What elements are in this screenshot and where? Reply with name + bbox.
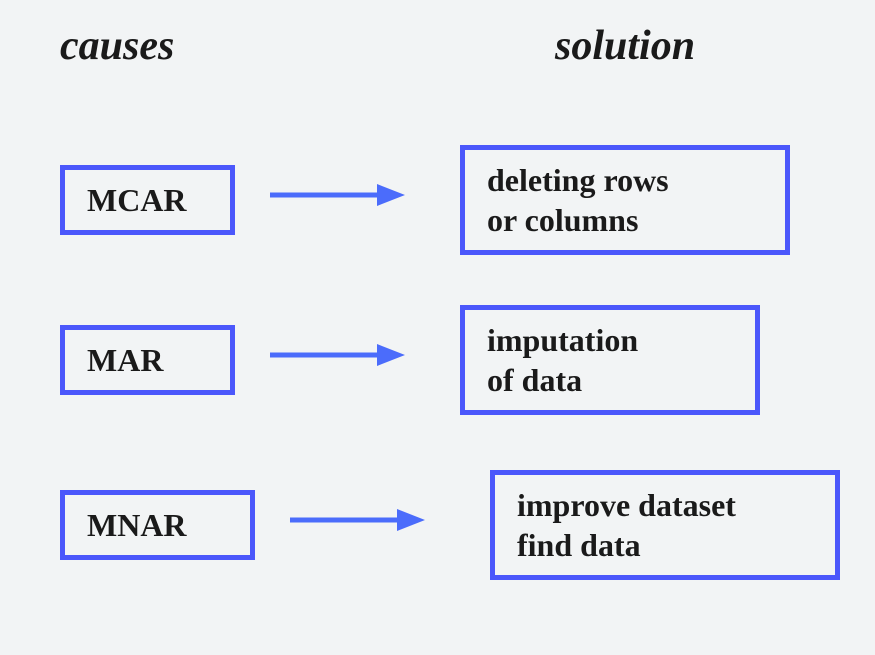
arrow-icon — [265, 175, 405, 215]
header-causes: causes — [60, 22, 174, 70]
arrow-icon — [285, 500, 425, 540]
cause-box-mar: MAR — [60, 325, 235, 395]
solution-box-imputation: imputation of data — [460, 305, 760, 415]
header-solution: solution — [555, 22, 695, 70]
cause-box-mcar: MCAR — [60, 165, 235, 235]
cause-box-mnar: MNAR — [60, 490, 255, 560]
solution-box-delete: deleting rows or columns — [460, 145, 790, 255]
arrow-icon — [265, 335, 405, 375]
solution-box-improve: improve dataset find data — [490, 470, 840, 580]
